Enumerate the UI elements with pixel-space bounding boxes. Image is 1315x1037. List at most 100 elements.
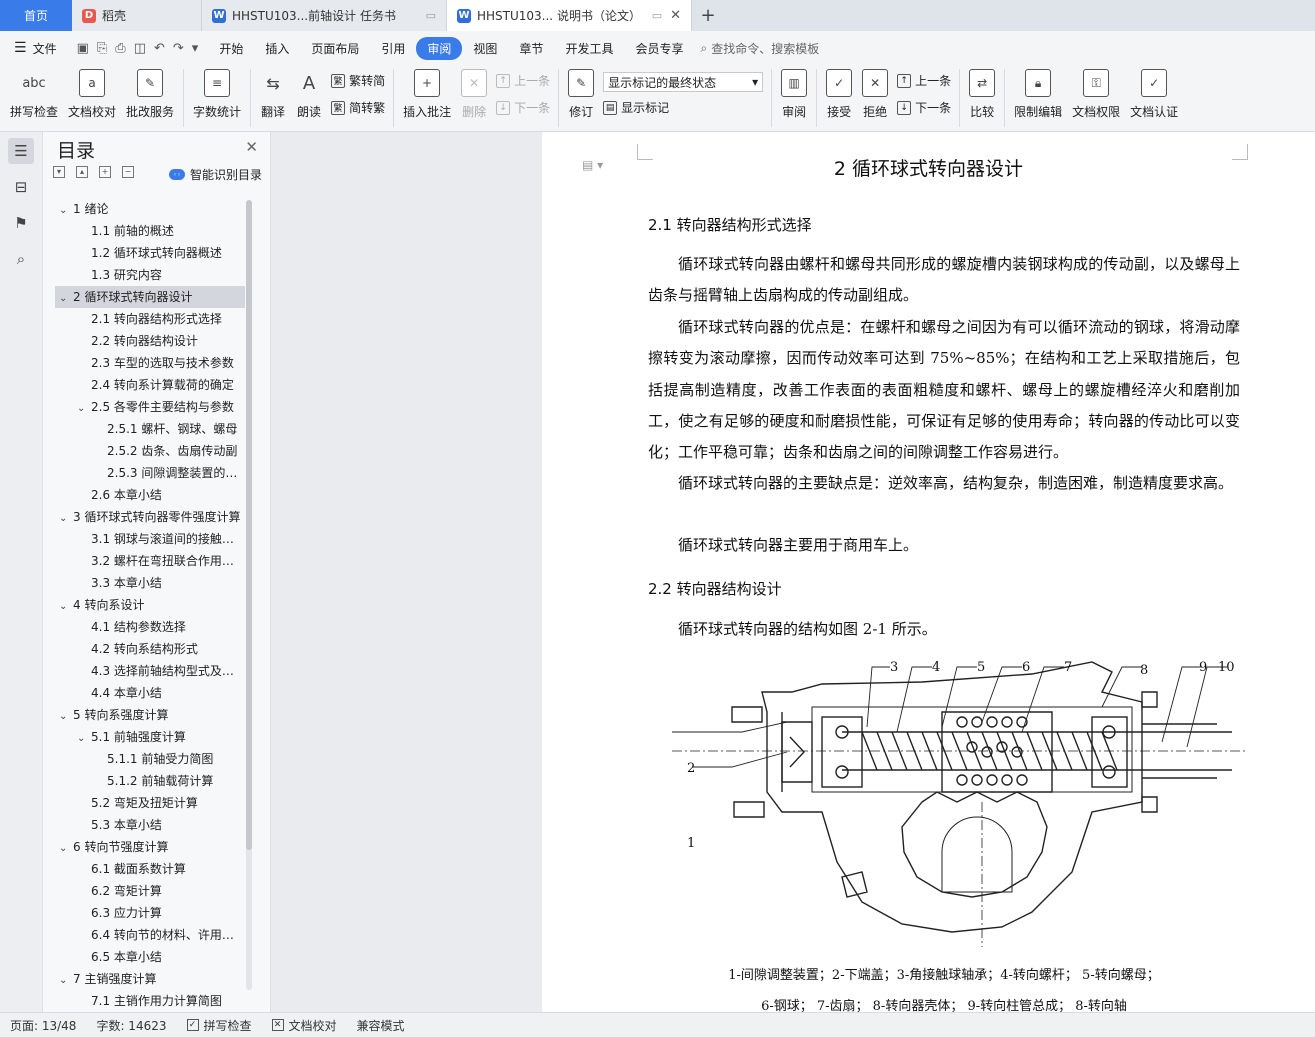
tab-home[interactable]: 首页 — [0, 0, 72, 31]
toc-item[interactable]: 2.4 转向系计算载荷的确定 — [55, 374, 245, 396]
toc-scrollbar-thumb[interactable] — [246, 200, 252, 850]
menu-start[interactable]: 开始 — [208, 40, 254, 57]
toc-item[interactable]: ⌄ 7 主销强度计算 — [55, 968, 245, 990]
print-icon[interactable]: ⎙ — [115, 41, 125, 56]
chevron-down-icon[interactable]: ⌄ — [59, 596, 73, 616]
toc-item[interactable]: 7.1 主销作用力计算简图 — [55, 990, 245, 1008]
chevron-down-icon[interactable]: ⌄ — [59, 706, 73, 726]
toc-item[interactable]: 5.2 弯矩及扭矩计算 — [55, 792, 245, 814]
toc-item[interactable]: 4.3 选择前轴结构型式及材料 — [55, 660, 245, 682]
trad-to-simp-button[interactable]: 繁繁转简 — [331, 72, 385, 89]
toc-item[interactable]: ⌄ 2.5 各零件主要结构与参数 — [55, 396, 245, 418]
collapse-all-icon[interactable]: ▴ — [76, 166, 88, 178]
page-indicator[interactable]: 页面: 13/48 — [0, 1017, 86, 1034]
toc-item[interactable]: 2.6 本章小结 — [55, 484, 245, 506]
accept-button[interactable]: ✓ 接受 — [821, 69, 857, 120]
toc-item[interactable]: ⌄ 5 转向系强度计算 — [55, 704, 245, 726]
toc-scrollbar[interactable] — [246, 200, 252, 990]
menu-review[interactable]: 审阅 — [416, 36, 463, 60]
save-icon[interactable]: ▣ — [77, 41, 89, 56]
toc-item[interactable]: ⌄ 6 转向节强度计算 — [55, 836, 245, 858]
toc-item[interactable]: 4.4 本章小结 — [55, 682, 245, 704]
menu-references[interactable]: 引用 — [370, 40, 416, 57]
expand-all-icon[interactable]: ▾ — [53, 166, 65, 178]
toc-item[interactable]: 1.2 循环球式转向器概述 — [55, 242, 245, 264]
toc-item[interactable]: 3.1 钢球与滚道间的接触应力 — [55, 528, 245, 550]
toc-item[interactable]: 5.3 本章小结 — [55, 814, 245, 836]
toc-item[interactable]: 2.5.2 齿条、齿扇传动副 — [55, 440, 245, 462]
toc-item[interactable]: 2.5.3 间隙调整装置的设计 — [55, 462, 245, 484]
compare-button[interactable]: ⇄ 比较 — [964, 69, 1000, 120]
review-pane-button[interactable]: ▥ 审阅 — [776, 69, 812, 120]
tab-document-task[interactable]: W HHSTU103...前轴设计 任务书 ▭ — [202, 0, 447, 31]
prev-comment-button[interactable]: ↑ 上一条 — [496, 72, 550, 89]
toc-item[interactable]: 2.2 转向器结构设计 — [55, 330, 245, 352]
add-heading-icon[interactable]: + — [99, 166, 111, 178]
chevron-down-icon[interactable]: ⌄ — [59, 838, 73, 858]
new-tab-button[interactable]: + — [692, 0, 724, 31]
toc-item[interactable]: 6.1 截面系数计算 — [55, 858, 245, 880]
document-certify-button[interactable]: ✓ 文档认证 — [1125, 69, 1183, 120]
remove-heading-icon[interactable]: − — [122, 166, 134, 178]
restrict-editing-button[interactable]: 🔒︎ 限制编辑 — [1009, 69, 1067, 120]
menu-insert[interactable]: 插入 — [254, 40, 300, 57]
menu-layout[interactable]: 页面布局 — [300, 40, 370, 57]
menu-chapter[interactable]: 章节 — [508, 40, 554, 57]
prev-change-button[interactable]: ↑ 上一条 — [897, 72, 951, 89]
toc-panel-icon[interactable]: ☰ — [8, 138, 34, 164]
toc-item[interactable]: 2.3 车型的选取与技术参数 — [55, 352, 245, 374]
simp-to-trad-button[interactable]: 繁简转繁 — [331, 99, 385, 116]
toc-item[interactable]: ⌄ 5.1 前轴强度计算 — [55, 726, 245, 748]
status-proofread[interactable]: ✕ 文档校对 — [262, 1017, 347, 1034]
toc-item[interactable]: 5.1.2 前轴载荷计算 — [55, 770, 245, 792]
menu-developer[interactable]: 开发工具 — [554, 40, 624, 57]
export-icon[interactable]: ⎘ — [97, 41, 107, 56]
toc-item[interactable]: ⌄ 1 绪论 — [55, 198, 245, 220]
cast-icon[interactable]: ▭ — [652, 9, 662, 22]
chevron-down-icon[interactable]: ⌄ — [59, 200, 73, 220]
toc-item[interactable]: 2.1 转向器结构形式选择 — [55, 308, 245, 330]
toc-item[interactable]: 6.4 转向节的材料、许用应力 — [55, 924, 245, 946]
tab-document-thesis[interactable]: W HHSTU103... 说明书（论文） ▭ ✕ — [447, 0, 692, 31]
toc-item[interactable]: ⌄ 4 转向系设计 — [55, 594, 245, 616]
command-search[interactable]: ⌕ 查找命令、搜索模板 — [700, 40, 819, 57]
toc-item[interactable]: 4.1 结构参数选择 — [55, 616, 245, 638]
file-menu[interactable]: ☰ 文件 — [0, 40, 67, 57]
close-icon[interactable]: ✕ — [245, 138, 258, 156]
markup-state-select[interactable]: 显示标记的最终状态 ▾ — [603, 72, 764, 92]
next-change-button[interactable]: ↓ 下一条 — [897, 99, 951, 116]
read-aloud-button[interactable]: A 朗读 — [291, 69, 327, 120]
toc-item[interactable]: ⌄ 3 循环球式转向器零件强度计算 — [55, 506, 245, 528]
chevron-down-icon[interactable]: ⌄ — [77, 398, 91, 418]
chevron-down-icon[interactable]: ▾ — [192, 41, 199, 56]
toc-item[interactable]: 4.2 转向系结构形式 — [55, 638, 245, 660]
insert-comment-button[interactable]: + 插入批注 — [398, 69, 456, 120]
delete-comment-button[interactable]: ✕ 删除 — [456, 69, 492, 120]
toc-item[interactable]: 3.2 螺杆在弯扭联合作用下的强度 — [55, 550, 245, 572]
undo-icon[interactable]: ↶ — [154, 41, 165, 56]
cast-icon[interactable]: ▭ — [426, 9, 436, 22]
chevron-down-icon[interactable]: ⌄ — [59, 288, 73, 308]
proofread-button[interactable]: a 文档校对 — [63, 69, 121, 120]
toc-item[interactable]: 2.5.1 螺杆、钢球、螺母 — [55, 418, 245, 440]
chevron-down-icon[interactable]: ⌄ — [59, 508, 73, 528]
next-comment-button[interactable]: ↓ 下一条 — [496, 99, 550, 116]
chevron-down-icon[interactable]: ⌄ — [77, 728, 91, 748]
redo-icon[interactable]: ↷ — [173, 41, 184, 56]
menu-view[interactable]: 视图 — [462, 40, 508, 57]
smart-toc-button[interactable]: ◦◦ 智能识别目录 — [169, 166, 262, 183]
toc-item[interactable]: 6.3 应力计算 — [55, 902, 245, 924]
navigation-icon[interactable]: ⊟ — [8, 174, 34, 200]
menu-member[interactable]: 会员专享 — [624, 40, 694, 57]
toc-item[interactable]: ⌄ 2 循环球式转向器设计 — [55, 286, 245, 308]
word-count-button[interactable]: ≡ 字数统计 — [188, 69, 246, 120]
word-count[interactable]: 字数: 14623 — [86, 1017, 176, 1034]
toc-item[interactable]: 1.3 研究内容 — [55, 264, 245, 286]
bookmark-icon[interactable]: ⚑ — [8, 210, 34, 236]
preview-icon[interactable]: ◫ — [134, 41, 146, 56]
tab-daoke[interactable]: D 稻壳 — [72, 0, 202, 31]
close-icon[interactable]: ✕ — [670, 8, 681, 23]
toc-item[interactable]: 3.3 本章小结 — [55, 572, 245, 594]
toc-item[interactable]: 1.1 前轴的概述 — [55, 220, 245, 242]
track-changes-button[interactable]: ✎ 修订 — [563, 69, 599, 120]
